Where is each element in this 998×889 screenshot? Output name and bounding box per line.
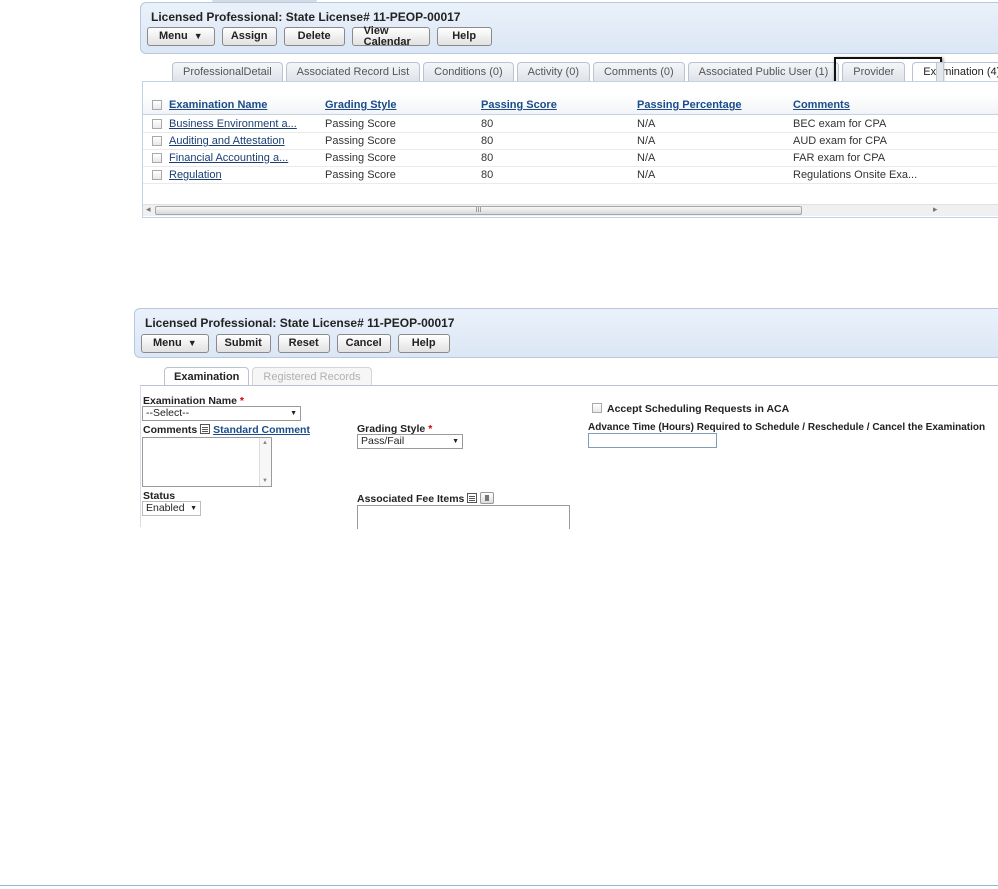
menu-dropdown-icon: ▼ xyxy=(187,338,197,348)
horizontal-scrollbar[interactable]: ◂ III ▸ xyxy=(143,204,998,216)
form-tabs: Examination Registered Records xyxy=(164,367,372,386)
grading-style-cell: Passing Score xyxy=(325,118,396,130)
menu-button[interactable]: Menu ▼ xyxy=(147,27,215,46)
col-grading-style[interactable]: Grading Style xyxy=(325,99,397,111)
grading-style-cell: Passing Score xyxy=(325,152,396,164)
fee-items-box[interactable] xyxy=(357,505,570,529)
delete-button[interactable]: Delete xyxy=(283,27,345,46)
page-title: Licensed Professional: State License# 11… xyxy=(151,10,461,24)
top-toolbar: Menu ▼ Assign Delete View Calendar Help xyxy=(147,25,492,47)
passing-percentage-cell: N/A xyxy=(637,135,656,147)
cancel-button[interactable]: Cancel xyxy=(336,334,391,353)
bottom-header-panel: Licensed Professional: State License# 11… xyxy=(134,308,998,358)
table-row[interactable]: Business Environment a... Passing Score … xyxy=(143,116,998,133)
exam-name-link[interactable]: Auditing and Attestation xyxy=(169,135,285,147)
exam-name-link[interactable]: Business Environment a... xyxy=(169,118,297,130)
grading-style-cell: Passing Score xyxy=(325,135,396,147)
dropdown-arrow-icon: ▼ xyxy=(190,505,197,512)
table-row[interactable]: Regulation Passing Score 80 N/A Regulati… xyxy=(143,167,998,184)
row-checkbox[interactable] xyxy=(152,153,162,163)
col-examination-name[interactable]: Examination Name xyxy=(169,99,267,111)
textarea-scrollbar[interactable]: ▲ ▼ xyxy=(259,438,271,486)
scroll-up-icon[interactable]: ▲ xyxy=(262,440,268,446)
comments-label: Comments Standard Comment xyxy=(143,424,310,436)
menu-button-label: Menu xyxy=(159,30,188,42)
page-title: Licensed Professional: State License# 11… xyxy=(145,316,455,330)
passing-score-cell: 80 xyxy=(481,169,494,181)
grading-style-cell: Passing Score xyxy=(325,169,396,181)
comments-cell: Regulations Onsite Exa... xyxy=(793,169,918,181)
tab-associated-public-user[interactable]: Associated Public User (1) xyxy=(687,62,840,81)
comments-cell: BEC exam for CPA xyxy=(793,118,887,130)
status-select[interactable]: Enabled ▼ xyxy=(142,501,201,516)
comments-cell: FAR exam for CPA xyxy=(793,152,886,164)
passing-score-cell: 80 xyxy=(481,135,494,147)
status-select-value: Enabled xyxy=(146,502,185,514)
spell-check-icon[interactable] xyxy=(200,424,211,434)
menu-button-label: Menu xyxy=(153,337,182,349)
comments-textarea[interactable]: ▲ ▼ xyxy=(142,437,272,487)
grading-style-select-value: Pass/Fail xyxy=(361,435,405,447)
standard-comment-link[interactable]: Standard Comment xyxy=(213,424,310,436)
tab-registered-records: Registered Records xyxy=(252,367,372,386)
advance-time-input[interactable] xyxy=(588,433,717,448)
table-row[interactable]: Auditing and Attestation Passing Score 8… xyxy=(143,133,998,150)
view-calendar-button[interactable]: View Calendar xyxy=(351,25,430,47)
select-all-checkbox[interactable] xyxy=(152,100,162,110)
submit-button[interactable]: Submit xyxy=(215,334,271,353)
passing-percentage-cell: N/A xyxy=(637,118,656,130)
exam-name-select[interactable]: --Select-- ▼ xyxy=(142,406,301,421)
tab-professional-detail[interactable]: ProfessionalDetail xyxy=(172,62,283,81)
exam-name-link[interactable]: Regulation xyxy=(169,169,222,181)
dropdown-arrow-icon: ▼ xyxy=(452,438,459,445)
col-passing-percentage[interactable]: Passing Percentage xyxy=(637,99,742,111)
bottom-toolbar: Menu ▼ Submit Reset Cancel Help xyxy=(141,334,450,353)
fee-items-label: Associated Fee Items xyxy=(357,492,495,505)
delete-fee-item-icon[interactable] xyxy=(480,492,495,504)
advance-time-label: Advance Time (Hours) Required to Schedul… xyxy=(588,422,986,433)
passing-percentage-cell: N/A xyxy=(637,169,656,181)
page-bottom-rule xyxy=(0,885,998,886)
scroll-grip-icon: III xyxy=(475,207,482,214)
passing-percentage-cell: N/A xyxy=(637,152,656,164)
assign-button[interactable]: Assign xyxy=(221,27,277,46)
row-checkbox[interactable] xyxy=(152,119,162,129)
grading-style-select[interactable]: Pass/Fail ▼ xyxy=(357,434,463,449)
scroll-left-icon[interactable]: ◂ xyxy=(146,204,151,215)
tab-activity[interactable]: Activity (0) xyxy=(516,62,590,81)
scroll-thumb[interactable]: III xyxy=(155,206,802,215)
tab-conditions[interactable]: Conditions (0) xyxy=(423,62,514,81)
tab-strip-edge xyxy=(936,62,944,81)
row-checkbox[interactable] xyxy=(152,136,162,146)
scroll-right-icon[interactable]: ▸ xyxy=(933,204,938,215)
passing-score-cell: 80 xyxy=(481,152,494,164)
comments-cell: AUD exam for CPA xyxy=(793,135,887,147)
menu-button[interactable]: Menu ▼ xyxy=(141,334,209,353)
list-top-border xyxy=(143,82,998,92)
examination-list: Examination Name Grading Style Passing S… xyxy=(142,81,998,218)
help-button[interactable]: Help xyxy=(436,27,492,46)
exam-name-link[interactable]: Financial Accounting a... xyxy=(169,152,288,164)
reset-button[interactable]: Reset xyxy=(277,334,330,353)
exam-name-select-value: --Select-- xyxy=(146,407,190,419)
row-checkbox[interactable] xyxy=(152,170,162,180)
help-button[interactable]: Help xyxy=(397,334,450,353)
accept-scheduling-label: Accept Scheduling Requests in ACA xyxy=(607,403,790,415)
table-row[interactable]: Financial Accounting a... Passing Score … xyxy=(143,150,998,167)
menu-dropdown-icon: ▼ xyxy=(193,31,203,41)
tab-associated-record-list[interactable]: Associated Record List xyxy=(285,62,421,81)
add-fee-item-icon[interactable] xyxy=(467,493,478,503)
col-comments[interactable]: Comments xyxy=(793,99,850,111)
list-header: Examination Name Grading Style Passing S… xyxy=(143,95,998,115)
tab-examination[interactable]: Examination xyxy=(164,367,250,386)
tab-comments[interactable]: Comments (0) xyxy=(592,62,685,81)
dropdown-arrow-icon: ▼ xyxy=(290,410,297,417)
top-header-panel: Licensed Professional: State License# 11… xyxy=(140,2,998,54)
col-passing-score[interactable]: Passing Score xyxy=(481,99,557,111)
passing-score-cell: 80 xyxy=(481,118,494,130)
scroll-down-icon[interactable]: ▼ xyxy=(262,478,268,484)
accept-scheduling-checkbox[interactable] xyxy=(592,403,602,413)
